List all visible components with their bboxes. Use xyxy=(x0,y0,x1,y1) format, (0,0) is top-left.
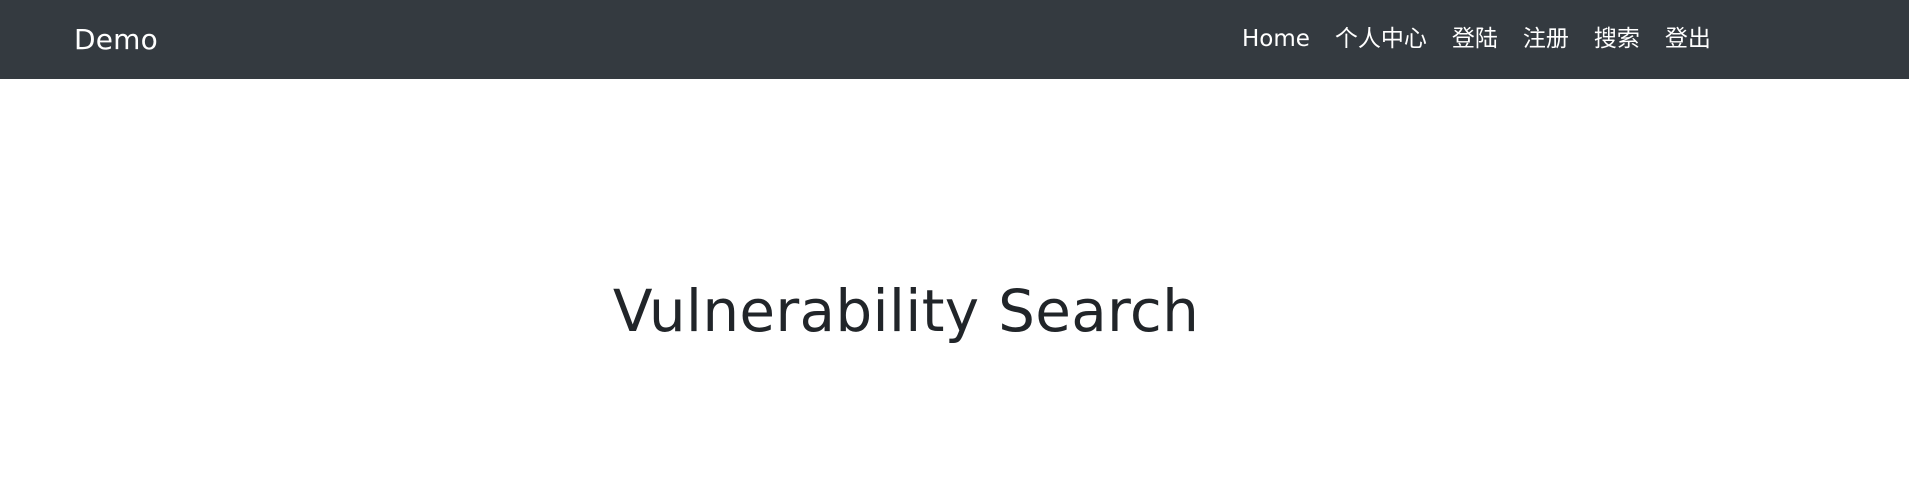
nav-link-logout[interactable]: 登出 xyxy=(1665,0,1711,79)
nav-link-home[interactable]: Home xyxy=(1242,0,1310,79)
nav-links: Home 个人中心 登陆 注册 搜索 登出 xyxy=(1242,0,1711,79)
nav-link-login[interactable]: 登陆 xyxy=(1452,0,1498,79)
nav-link-search[interactable]: 搜索 xyxy=(1594,0,1640,79)
nav-link-profile[interactable]: 个人中心 xyxy=(1335,0,1427,79)
brand-link[interactable]: Demo xyxy=(74,0,158,79)
top-navbar: Demo Home 个人中心 登陆 注册 搜索 登出 xyxy=(0,0,1909,79)
nav-link-register[interactable]: 注册 xyxy=(1523,0,1569,79)
page-title: Vulnerability Search xyxy=(612,277,1200,345)
